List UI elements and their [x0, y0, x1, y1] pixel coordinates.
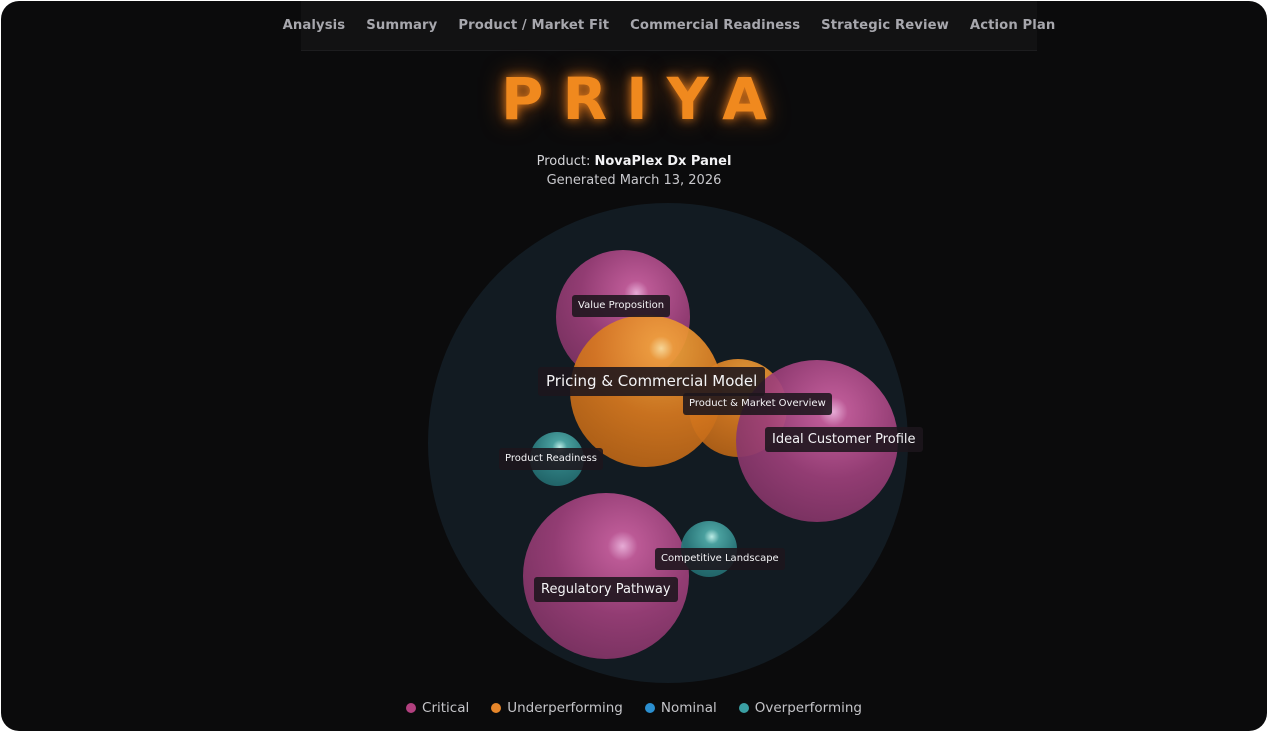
legend-overperforming-label: Overperforming	[754, 700, 862, 716]
label-product-readiness: Product Readiness	[499, 448, 603, 470]
label-value-proposition: Value Proposition	[572, 295, 671, 317]
status-legend: Critical Underperforming Nominal Overper…	[1, 700, 1267, 716]
label-competitive-landscape: Competitive Landscape	[655, 548, 785, 570]
legend-overperforming: Overperforming	[738, 700, 862, 716]
label-product-market-overview: Product & Market Overview	[683, 393, 832, 415]
app-frame: Analysis Summary Product / Market Fit Co…	[1, 1, 1267, 731]
legend-underperforming: Underperforming	[491, 700, 623, 716]
label-regulatory-pathway: Regulatory Pathway	[534, 577, 678, 602]
label-pricing-commercial-model: Pricing & Commercial Model	[538, 367, 766, 396]
label-ideal-customer-profile: Ideal Customer Profile	[765, 427, 923, 452]
legend-critical-dot	[406, 703, 417, 713]
legend-critical: Critical	[406, 700, 469, 716]
legend-critical-label: Critical	[422, 700, 470, 716]
bubble-chart	[428, 203, 908, 683]
legend-underperforming-label: Underperforming	[507, 700, 623, 716]
legend-nominal: Nominal	[644, 700, 717, 716]
legend-underperforming-dot	[491, 703, 502, 713]
legend-overperforming-dot	[738, 703, 749, 713]
legend-nominal-dot	[644, 703, 655, 713]
bubble-regulatory-pathway[interactable]	[523, 493, 689, 659]
legend-nominal-label: Nominal	[660, 700, 717, 716]
